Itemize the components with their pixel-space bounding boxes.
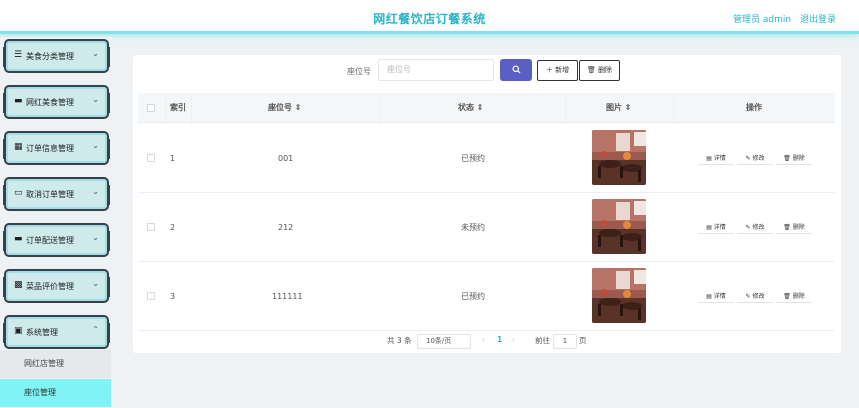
edit-button[interactable]: ✎ 修改 xyxy=(737,291,773,303)
table-header: 索引 座位号 ⇕ 状态 ⇕ 图片 ⇕ 操作 xyxy=(138,93,835,123)
page-number-current[interactable]: 1 xyxy=(497,335,502,344)
sidebar-item-cancel-order[interactable]: ▭ 取消订单管理 ⌄ xyxy=(3,177,110,211)
delete-button[interactable]: 🗑 删除 xyxy=(776,222,812,234)
monitor-icon: ▬ xyxy=(14,234,23,244)
restaurant-photo xyxy=(592,130,646,185)
sidebar-item-dish-review[interactable]: ▩ 菜品评价管理 ⌄ xyxy=(3,269,110,303)
sidebar-item-order-info[interactable]: ▦ 订单信息管理 ⌄ xyxy=(3,131,110,165)
restaurant-photo xyxy=(592,199,646,254)
detail-button[interactable]: ▤ 详情 xyxy=(698,153,734,165)
grid-icon: ▦ xyxy=(14,142,23,152)
seat-number-label: 座位号 xyxy=(347,67,371,76)
restaurant-photo-image xyxy=(592,130,646,185)
sidebar-item-label: 菜品评价管理 xyxy=(26,282,74,291)
delete-button[interactable]: 🗑 删除 xyxy=(776,153,812,165)
edit-button[interactable]: ✎ 修改 xyxy=(737,222,773,234)
chevron-down-icon: ⌄ xyxy=(92,279,99,288)
chevron-up-icon: ⌃ xyxy=(92,325,99,334)
table-row: 3 111111 已预约 ▤ 详情 ✎ 修改 🗑 删除 xyxy=(138,262,835,331)
row-index: 3 xyxy=(170,292,176,301)
row-index: 1 xyxy=(170,154,176,163)
pagination-total: 共 3 条 xyxy=(387,336,412,345)
sidebar-item-label: 订单配送管理 xyxy=(26,236,74,245)
top-header: 网红餐饮店订餐系统 管理员 admin 退出登录 xyxy=(0,0,859,34)
app-title: 网红餐饮店订餐系统 xyxy=(373,12,486,26)
sidebar-item-label: 网红美食管理 xyxy=(26,98,74,107)
column-image[interactable]: 图片 ⇕ xyxy=(606,93,632,123)
add-button[interactable]: ＋ 新增 xyxy=(537,60,578,81)
list-icon: ☰ xyxy=(14,50,23,60)
row-checkbox[interactable] xyxy=(147,154,155,162)
sidebar-item-label: 系统管理 xyxy=(26,328,58,337)
detail-button[interactable]: ▤ 详情 xyxy=(698,222,734,234)
column-index: 索引 xyxy=(170,103,186,112)
edit-button[interactable]: ✎ 修改 xyxy=(737,153,773,165)
page-size-select[interactable]: 10条/页 xyxy=(417,334,471,349)
column-seat-number[interactable]: 座位号 ⇕ xyxy=(268,93,302,123)
seat-number-input[interactable]: 座位号 xyxy=(378,59,494,81)
prev-page-button[interactable]: ‹ xyxy=(482,335,485,344)
row-status: 已预约 xyxy=(461,154,485,163)
restaurant-photo-image xyxy=(592,268,646,323)
logout-link[interactable]: 退出登录 xyxy=(800,12,836,25)
sidebar-item-order-delivery[interactable]: ▬ 订单配送管理 ⌄ xyxy=(3,223,110,257)
table-row: 1 001 已预约 ▤ 详情 ✎ 修改 🗑 删除 xyxy=(138,124,835,193)
sidebar-item-label: 美食分类管理 xyxy=(26,52,74,61)
sidebar-item-label: 取消订单管理 xyxy=(26,190,74,199)
row-status: 未预约 xyxy=(461,223,485,232)
sidebar-item-food-category[interactable]: ☰ 美食分类管理 ⌄ xyxy=(3,39,110,73)
chevron-down-icon: ⌄ xyxy=(92,187,99,196)
next-page-button[interactable]: › xyxy=(512,335,515,344)
restaurant-photo-image xyxy=(592,199,646,254)
sidebar-item-label: 订单信息管理 xyxy=(26,144,74,153)
select-all-checkbox[interactable] xyxy=(147,104,155,112)
chevron-down-icon: ⌄ xyxy=(92,233,99,242)
row-seat-number: 212 xyxy=(278,223,294,232)
chevron-down-icon: ⌄ xyxy=(92,49,99,58)
search-icon xyxy=(511,65,521,74)
batch-delete-button[interactable]: 🗑 删除 xyxy=(579,60,620,81)
film-icon: ▩ xyxy=(14,280,23,290)
table-row: 2 212 未预约 ▤ 详情 ✎ 修改 🗑 删除 xyxy=(138,193,835,262)
row-seat-number: 111111 xyxy=(272,292,303,301)
chat-icon: ▭ xyxy=(14,188,23,198)
detail-button[interactable]: ▤ 详情 xyxy=(698,291,734,303)
row-index: 2 xyxy=(170,223,176,232)
goto-label: 前往 xyxy=(535,336,550,345)
page-unit-label: 页 xyxy=(579,336,587,345)
row-checkbox[interactable] xyxy=(147,292,155,300)
column-actions: 操作 xyxy=(746,103,762,112)
sidebar-subitem-shop[interactable]: 网红店管理 xyxy=(0,350,111,378)
delete-button[interactable]: 🗑 删除 xyxy=(776,291,812,303)
row-checkbox[interactable] xyxy=(147,223,155,231)
admin-label: 管理员 admin xyxy=(733,15,792,25)
row-status: 已预约 xyxy=(461,292,485,301)
goto-page-input[interactable]: 1 xyxy=(553,334,577,349)
sidebar-subitem-seat[interactable]: 座位管理 xyxy=(0,379,111,407)
restaurant-photo xyxy=(592,268,646,323)
clipboard-icon: ▣ xyxy=(14,326,23,336)
sidebar-item-system[interactable]: ▣ 系统管理 ⌃ xyxy=(3,315,110,349)
chevron-down-icon: ⌄ xyxy=(92,141,99,150)
sidebar-item-popular-food[interactable]: ▬ 网红美食管理 ⌄ xyxy=(3,85,110,119)
sidebar: ☰ 美食分类管理 ⌄ ▬ 网红美食管理 ⌄ ▦ 订单信息管理 ⌄ ▭ 取消订单管… xyxy=(0,37,112,408)
column-status[interactable]: 状态 ⇕ xyxy=(458,93,484,123)
search-button[interactable] xyxy=(500,59,532,81)
monitor-icon: ▬ xyxy=(14,96,23,106)
chevron-down-icon: ⌄ xyxy=(92,95,99,104)
row-seat-number: 001 xyxy=(278,154,294,163)
